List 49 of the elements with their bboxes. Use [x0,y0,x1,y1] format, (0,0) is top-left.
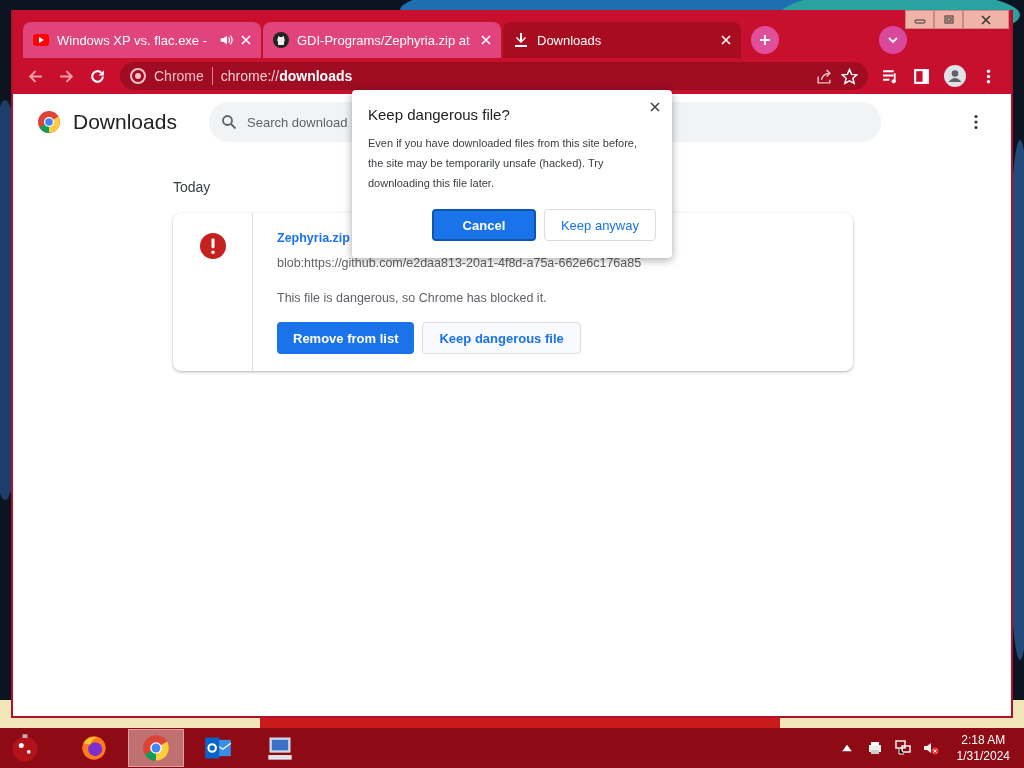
share-icon[interactable] [816,67,833,85]
source-url: blob:https://github.com/e2daa813-20a1-4f8d-a75a-662e6c176a85 [277,256,642,270]
clock-time[interactable]: 2:18 AM [961,732,1006,748]
close-button[interactable] [963,10,1009,29]
warning-icon [199,233,226,259]
tab-search-button[interactable] [879,26,907,54]
printer-icon[interactable] [866,740,883,756]
tab[interactable]: Windows XP vs. flac.exe - [23,22,261,58]
muted-speaker-icon[interactable] [922,740,939,756]
plus-icon [759,34,771,46]
dialog-title: Keep dangerous file? [368,106,511,123]
download-icon [513,32,529,48]
tab[interactable]: GDI-Programs/Zephyria.zip at [263,22,501,58]
side-panel-icon[interactable] [913,67,930,85]
search-icon [221,114,237,130]
more-icon[interactable] [973,114,979,130]
star-icon[interactable] [841,67,858,85]
section-heading: Today [173,179,211,195]
close-icon [980,14,992,25]
fox-icon [80,734,108,762]
profile-icon[interactable] [944,65,966,87]
chrome-button[interactable] [128,729,184,767]
tab-title: GDI-Programs/Zephyria.zip at [297,32,471,48]
restore-icon [942,14,955,25]
network-icon[interactable] [894,740,911,756]
dialog-message: Even if you have downloaded files from this site before, the site may be temporarily unsafe (hacked). Try downloading this file later. [368,136,639,191]
keep-anyway-button[interactable]: Keep anyway [543,209,656,241]
search-input[interactable]: Search download [247,114,351,130]
ornament-icon[interactable] [10,733,40,763]
cancel-button[interactable]: Cancel [431,209,536,241]
chevron-down-icon [887,34,899,46]
close-icon[interactable] [650,102,660,112]
play-icon [33,32,49,48]
url-text: chrome://downloads [220,68,353,84]
reload-icon[interactable] [89,67,106,85]
remove-button[interactable]: Remove from list [277,322,415,354]
site-label: Chrome [154,68,204,84]
clock-date[interactable]: 1/31/2024 [956,748,1010,764]
page-title: Downloads [73,110,178,134]
speaker-icon[interactable] [219,33,233,47]
keep-button[interactable]: Keep dangerous file [422,322,581,354]
status-text: This file is dangerous, so Chrome has blocked it. [277,291,547,305]
media-icon[interactable] [882,67,899,85]
tab-title: Windows XP vs. flac.exe - [57,32,209,48]
file-link[interactable]: Zephyria.zip [277,231,350,245]
address-bar[interactable]: Chrome chrome://downloads [120,62,868,90]
tab-title: Downloads [537,32,603,48]
new-tab-button[interactable] [751,26,779,54]
tab[interactable]: Downloads [503,22,741,58]
